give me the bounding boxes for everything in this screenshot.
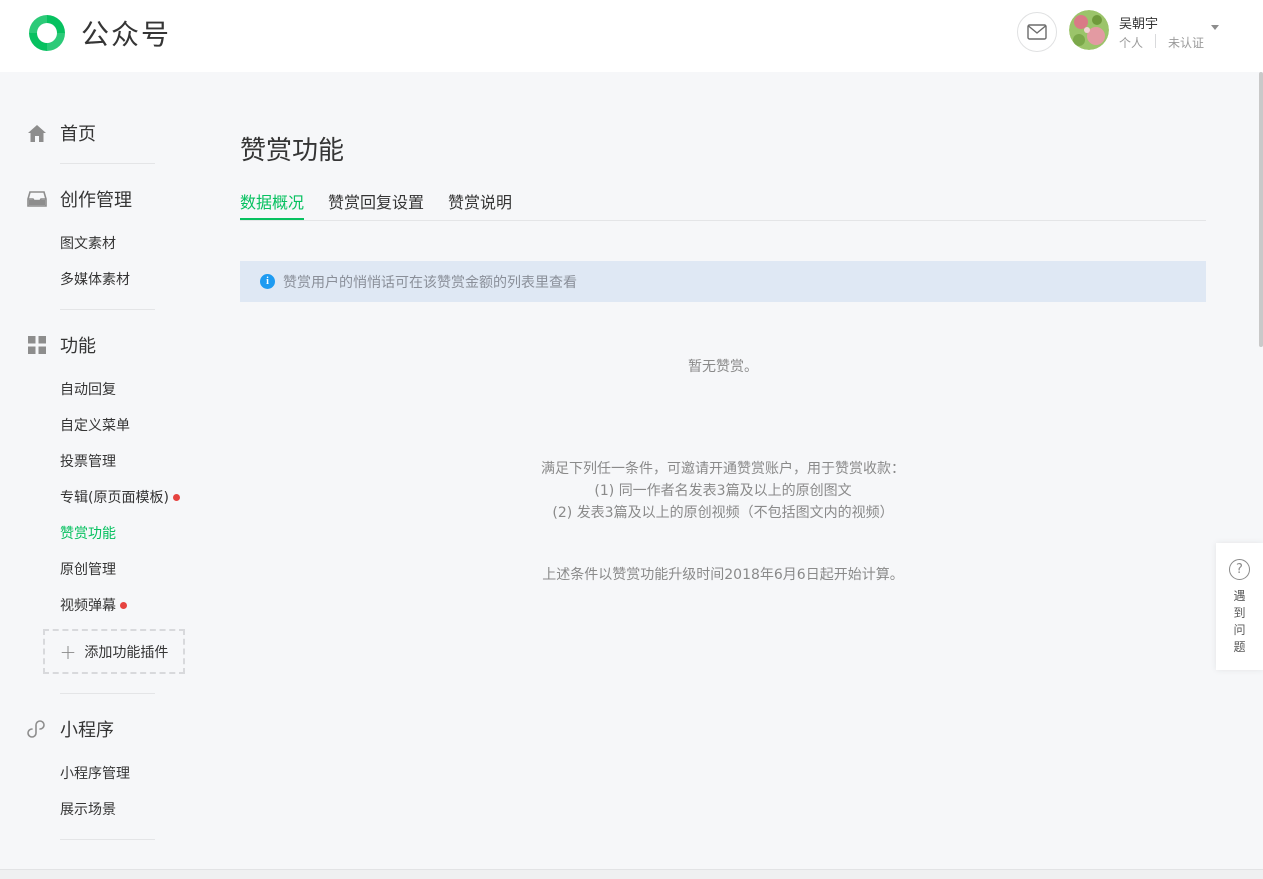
notice-text: 赞赏用户的悄悄话可在该赞赏金额的列表里查看 [283, 274, 577, 291]
sidebar-item-multimedia[interactable]: 多媒体素材 [60, 269, 130, 289]
sidebar-item-danmaku[interactable]: 视频弹幕 [60, 595, 127, 615]
info-notice: i 赞赏用户的悄悄话可在该赞赏金额的列表里查看 [240, 261, 1206, 302]
scrollbar[interactable] [1259, 72, 1263, 347]
new-badge-dot [120, 601, 127, 609]
sidebar-section-title: 功能 [60, 336, 96, 357]
sidebar-divider [60, 839, 155, 840]
sidebar-divider [60, 693, 155, 694]
wechat-official-logo-icon [29, 15, 65, 51]
tab-reply-settings[interactable]: 赞赏回复设置 [328, 189, 424, 213]
top-header: 公众号 吴朝宇 个人 未认证 [0, 0, 1263, 72]
question-icon: ? [1229, 559, 1250, 580]
sidebar-home[interactable]: 首页 [26, 120, 96, 146]
sidebar-item-image-text[interactable]: 图文素材 [60, 233, 116, 253]
condition-line: (2) 发表3篇及以上的原创视频（不包括图文内的视频） [552, 505, 894, 521]
info-icon: i [260, 274, 275, 289]
sidebar-divider [60, 163, 155, 164]
user-type: 个人 [1119, 36, 1144, 50]
sidebar-section-title: 小程序 [60, 720, 114, 741]
tab-instructions[interactable]: 赞赏说明 [448, 189, 512, 213]
add-plugin-button[interactable]: + 添加功能插件 [43, 629, 185, 674]
plus-icon: + [59, 639, 77, 664]
sidebar-item-custom-menu[interactable]: 自定义菜单 [60, 415, 130, 435]
logo[interactable]: 公众号 [25, 12, 171, 54]
mail-button[interactable] [1017, 12, 1057, 52]
avatar[interactable] [1069, 10, 1109, 50]
verify-status: 未认证 [1168, 36, 1205, 50]
sidebar-section-functions: 功能 [26, 332, 96, 358]
home-icon [26, 122, 48, 144]
help-label: 遇到问题 [1233, 589, 1246, 654]
sidebar-item-display-scene[interactable]: 展示场景 [60, 799, 116, 819]
sidebar-item-album[interactable]: 专辑(原页面模板) [60, 487, 180, 507]
mail-icon [1027, 24, 1047, 40]
account-dropdown-icon[interactable] [1211, 25, 1219, 30]
condition-line: (1) 同一作者名发表3篇及以上的原创图文 [594, 483, 852, 499]
inbox-icon [26, 188, 48, 210]
active-tab-indicator [240, 218, 304, 220]
grid-icon [26, 334, 48, 356]
sidebar-section-miniprogram: 小程序 [26, 716, 114, 742]
add-plugin-label: 添加功能插件 [84, 644, 169, 661]
bottom-bar [0, 869, 1263, 879]
sidebar-divider [60, 309, 155, 310]
sidebar-item-auto-reply[interactable]: 自动回复 [60, 379, 116, 399]
miniprogram-icon [26, 718, 48, 740]
tab-bar: 数据概况 赞赏回复设置 赞赏说明 [240, 186, 1206, 221]
sidebar-item-original[interactable]: 原创管理 [60, 559, 116, 579]
user-name[interactable]: 吴朝宇 [1119, 13, 1158, 32]
empty-state-text: 暂无赞赏。 [688, 359, 758, 375]
user-separator [1155, 34, 1156, 48]
sidebar-item-label: 专辑(原页面模板) [60, 490, 169, 506]
help-float-button[interactable]: ? 遇到问题 [1216, 543, 1263, 670]
tab-overview[interactable]: 数据概况 [240, 189, 304, 213]
condition-line: 满足下列任一条件，可邀请开通赞赏账户，用于赞赏收款： [541, 461, 905, 477]
page-title: 赞赏功能 [240, 136, 345, 166]
footnote-text: 上述条件以赞赏功能升级时间2018年6月6日起开始计算。 [542, 567, 904, 583]
sidebar-item-miniprogram-manage[interactable]: 小程序管理 [60, 763, 130, 783]
sidebar-item-vote[interactable]: 投票管理 [60, 451, 116, 471]
sidebar-section-title: 创作管理 [60, 190, 132, 211]
sidebar-item-reward[interactable]: 赞赏功能 [60, 523, 116, 543]
sidebar-section-creation: 创作管理 [26, 186, 132, 212]
new-badge-dot [172, 493, 180, 501]
avatar-image [1069, 10, 1109, 50]
logo-text: 公众号 [81, 18, 172, 51]
sidebar-item-label: 视频弹幕 [60, 598, 116, 614]
sidebar-home-label: 首页 [60, 124, 96, 145]
